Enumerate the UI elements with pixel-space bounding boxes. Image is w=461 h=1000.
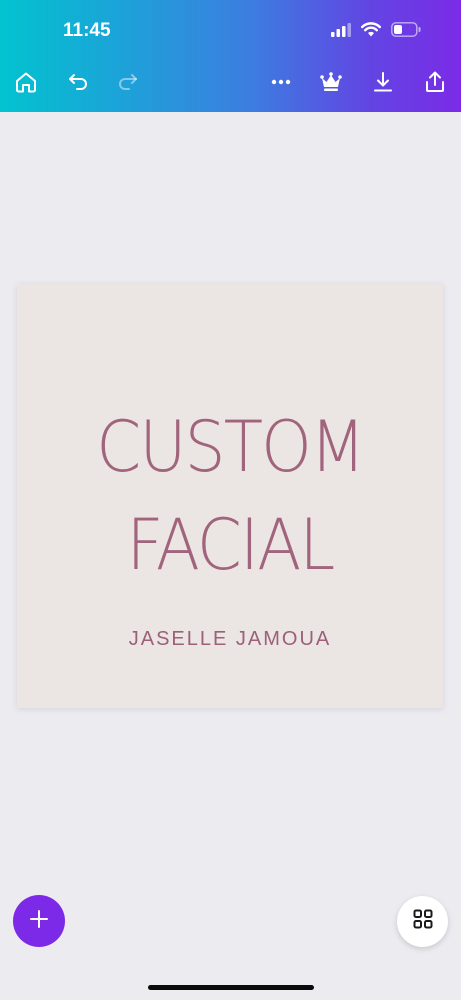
design-subtitle[interactable]: JASELLE JAMOUA (17, 628, 443, 651)
status-icons (331, 22, 421, 42)
crown-icon (319, 70, 343, 99)
design-title-line-1[interactable]: CUSTOM (34, 412, 426, 482)
share-icon (423, 70, 447, 99)
undo-button[interactable] (62, 68, 94, 100)
design-page[interactable]: CUSTOM FACIAL JASELLE JAMOUA (17, 284, 443, 708)
download-button[interactable] (367, 68, 399, 100)
home-indicator (148, 985, 314, 990)
grid-icon (413, 909, 433, 934)
add-element-button[interactable] (13, 895, 65, 947)
redo-button[interactable] (112, 68, 144, 100)
status-time: 11:45 (63, 20, 111, 41)
wifi-icon (361, 22, 381, 42)
more-icon (269, 70, 293, 99)
undo-icon (66, 70, 90, 99)
pages-grid-button[interactable] (397, 896, 448, 947)
signal-icon (331, 22, 351, 42)
editor-screen: 11:45 CUSTOM FACIAL JASELLE JAMOUA (0, 0, 461, 1000)
premium-button[interactable] (315, 68, 347, 100)
home-button[interactable] (10, 68, 42, 100)
share-button[interactable] (419, 68, 451, 100)
download-icon (371, 70, 395, 99)
redo-icon (116, 70, 140, 99)
more-button[interactable] (265, 68, 297, 100)
design-title-line-2[interactable]: FACIAL (34, 510, 426, 580)
plus-icon (28, 908, 50, 935)
top-bar: 11:45 (0, 0, 461, 112)
home-icon (14, 70, 38, 99)
battery-icon (391, 22, 421, 42)
